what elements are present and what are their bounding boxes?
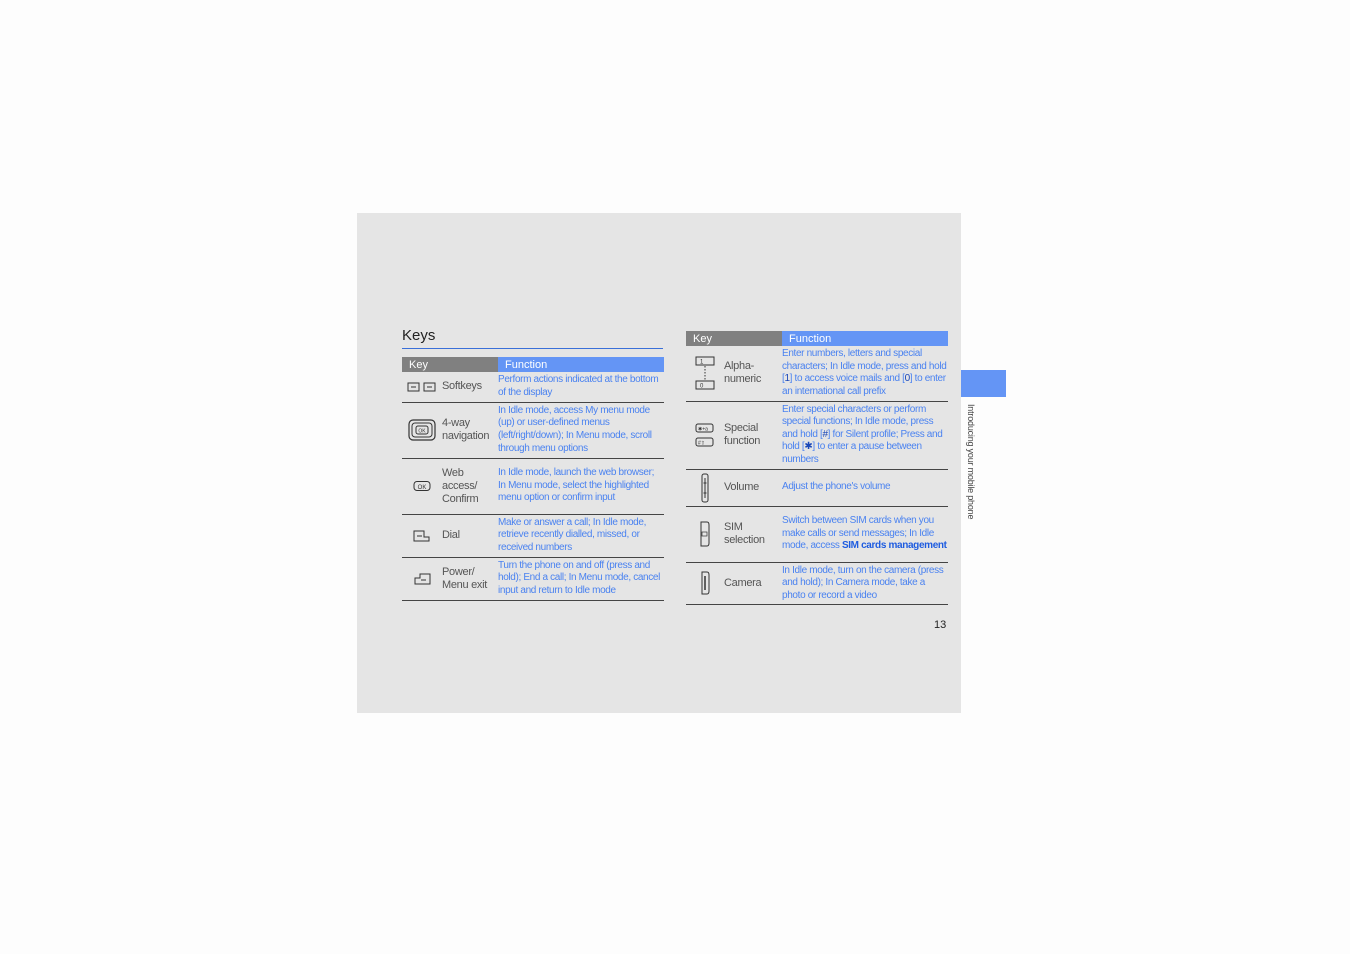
chapter-label: Introducing your mobile phone — [963, 404, 977, 544]
special-keys-icon: ✱+a #⇧ — [686, 401, 724, 470]
key-name: Volume — [724, 469, 782, 507]
header-key: Key — [402, 357, 498, 372]
svg-text:#⇧: #⇧ — [698, 441, 705, 447]
svg-text:OK: OK — [418, 485, 427, 491]
section-title: Keys — [402, 327, 436, 344]
table-row: Dial Make or answer a call; In Idle mode… — [402, 514, 664, 558]
table-row: SIM selection Switch between SIM cards w… — [686, 506, 948, 563]
key-function: Switch between SIM cards when you make c… — [782, 506, 948, 563]
key-function: In Idle mode, access My menu mode (up) o… — [498, 402, 664, 459]
key-function: In Idle mode, launch the web browser; In… — [498, 458, 664, 515]
table-row: OK 4-way navigation In Idle mode, access… — [402, 402, 664, 459]
chapter-tab — [961, 370, 1006, 397]
volume-key-icon — [686, 469, 724, 507]
key-function: Enter special characters or perform spec… — [782, 401, 948, 470]
table-row: Volume Adjust the phone's volume — [686, 469, 948, 507]
ok-key-icon: OK — [402, 458, 442, 515]
key-name: Special function — [724, 401, 782, 470]
table-row: Softkeys Perform actions indicated at th… — [402, 372, 664, 403]
key-name: SIM selection — [724, 506, 782, 563]
page-number: 13 — [934, 619, 947, 631]
key-name: Dial — [442, 514, 498, 558]
alphanumeric-keys-icon: 10 — [686, 346, 724, 402]
table-row: OK Web access/ Confirm In Idle mode, lau… — [402, 458, 664, 515]
dial-key-icon — [402, 514, 442, 558]
key-function: Adjust the phone's volume — [782, 469, 948, 507]
chapter-label-text: Introducing your mobile phone — [966, 404, 976, 520]
power-key-icon — [402, 557, 442, 601]
sim-key-icon — [686, 506, 724, 563]
nav-key-icon: OK — [402, 402, 442, 459]
header-function: Function — [782, 331, 948, 346]
key-function: In Idle mode, turn on the camera (press … — [782, 562, 948, 606]
table-row: Power/ Menu exit Turn the phone on and o… — [402, 557, 664, 601]
key-name: 4-way navigation — [442, 402, 498, 459]
svg-text:✱+a: ✱+a — [698, 427, 708, 433]
key-function: Turn the phone on and off (press and hol… — [498, 557, 664, 601]
camera-key-icon — [686, 562, 724, 606]
key-name: Alpha- numeric — [724, 346, 782, 402]
table-row: 10 Alpha- numeric Enter numbers, letters… — [686, 346, 948, 402]
softkeys-icon — [402, 372, 442, 403]
keys-table-right: Key Function 10 Alpha- numeric Enter num… — [686, 331, 948, 606]
header-function: Function — [498, 357, 664, 372]
key-function: Make or answer a call; In Idle mode, ret… — [498, 514, 664, 558]
svg-text:OK: OK — [418, 429, 426, 435]
key-function: Enter numbers, letters and special chara… — [782, 346, 948, 402]
key-name: Power/ Menu exit — [442, 557, 498, 601]
header-key: Key — [686, 331, 782, 346]
table-row: Camera In Idle mode, turn on the camera … — [686, 562, 948, 606]
keys-table-left: Key Function Softkeys Perform actions in… — [402, 357, 664, 601]
key-name: Web access/ Confirm — [442, 458, 498, 515]
table-header: Key Function — [686, 331, 948, 346]
key-name: Camera — [724, 562, 782, 606]
key-name: Softkeys — [442, 372, 498, 403]
key-function: Perform actions indicated at the bottom … — [498, 372, 664, 403]
title-divider — [402, 348, 663, 349]
table-row: ✱+a #⇧ Special function Enter special cha… — [686, 401, 948, 470]
table-header: Key Function — [402, 357, 664, 372]
